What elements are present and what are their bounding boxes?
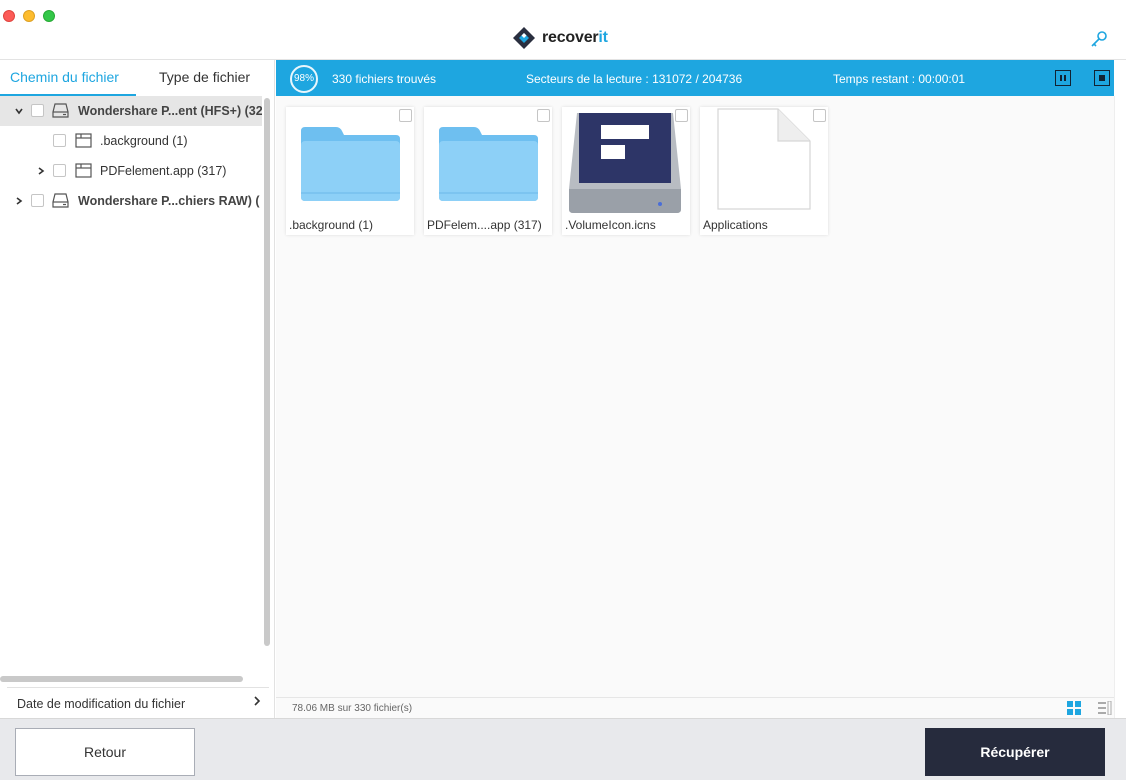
recoverit-logo-icon	[513, 27, 535, 49]
tab-file-type[interactable]: Type de fichier	[159, 69, 250, 85]
scan-progress-indicator: 98%	[290, 65, 318, 93]
stop-button[interactable]	[1094, 70, 1110, 86]
content-footer: 78.06 MB sur 330 fichier(s)	[276, 697, 1114, 718]
tab-file-path[interactable]: Chemin du fichier	[10, 69, 119, 85]
sidebar-tabs: Chemin du fichier Type de fichier	[0, 60, 275, 96]
bottom-action-bar: Retour Récupérer	[0, 718, 1126, 780]
grid-view-icon[interactable]	[1067, 701, 1081, 715]
tree-item-pdfelement[interactable]: PDFelement.app (317)	[0, 156, 262, 186]
file-name: Applications	[703, 218, 768, 232]
logo-wordmark: recoverit	[542, 29, 608, 46]
file-tile[interactable]: .background (1)	[286, 107, 414, 235]
folder-outline-icon	[75, 163, 92, 178]
file-tile[interactable]: PDFelem....app (317)	[424, 107, 552, 235]
drive-icon	[52, 103, 69, 118]
document-icon	[717, 108, 811, 210]
file-name: .background (1)	[289, 218, 374, 232]
tree-checkbox[interactable]	[31, 104, 44, 117]
tree-checkbox[interactable]	[53, 134, 66, 147]
file-name: .VolumeIcon.icns	[565, 218, 656, 232]
stop-icon	[1099, 75, 1105, 81]
folder-icon	[439, 127, 538, 201]
drive-image-icon	[569, 113, 681, 213]
pause-button[interactable]	[1055, 70, 1071, 86]
window-minimize-button[interactable]	[23, 10, 35, 22]
tree-item-drive-hfs[interactable]: Wondershare P...ent (HFS+) (32	[0, 96, 262, 126]
file-grid: .background (1) PDFelem....app (317) .Vo…	[276, 96, 1114, 697]
tree-item-background[interactable]: .background (1)	[0, 126, 262, 156]
file-tile[interactable]: .VolumeIcon.icns	[562, 107, 690, 235]
tree-checkbox[interactable]	[53, 164, 66, 177]
tree-item-label: .background (1)	[100, 134, 188, 148]
chevron-down-icon[interactable]	[14, 106, 24, 116]
sidebar-horizontal-scrollbar[interactable]	[0, 676, 243, 682]
tree-item-label: PDFelement.app (317)	[100, 164, 227, 178]
scan-status-bar: 98% 330 fichiers trouvés Secteurs de la …	[276, 60, 1114, 96]
pause-icon	[1060, 75, 1066, 81]
date-filter-label: Date de modification du fichier	[17, 697, 186, 711]
tree-item-drive-raw[interactable]: Wondershare P...chiers RAW) (	[0, 186, 262, 216]
chevron-right-icon	[254, 696, 261, 706]
chevron-right-icon[interactable]	[36, 166, 46, 176]
folder-icon	[301, 127, 400, 201]
title-bar: recoverit	[0, 0, 1126, 60]
files-found-text: 330 fichiers trouvés	[332, 72, 437, 86]
file-tree: Wondershare P...ent (HFS+) (32 .backgrou…	[0, 96, 262, 216]
back-button[interactable]: Retour	[15, 728, 195, 776]
app-logo: recoverit	[512, 26, 608, 50]
sectors-read-text: Secteurs de la lecture : 131072 / 204736	[526, 72, 743, 86]
window-maximize-button[interactable]	[43, 10, 55, 22]
drive-icon	[52, 193, 69, 208]
window-close-button[interactable]	[3, 10, 15, 22]
sidebar-vertical-scrollbar[interactable]	[264, 98, 270, 646]
date-filter-row[interactable]: Date de modification du fichier	[7, 687, 269, 717]
key-icon[interactable]	[1090, 30, 1108, 48]
time-remaining-text: Temps restant : 00:00:01	[833, 72, 966, 86]
chevron-right-icon[interactable]	[14, 196, 24, 206]
list-view-icon[interactable]	[1098, 701, 1112, 715]
file-name: PDFelem....app (317)	[427, 218, 542, 232]
tree-item-label: Wondershare P...chiers RAW) (	[78, 194, 260, 208]
folder-outline-icon	[75, 133, 92, 148]
tree-checkbox[interactable]	[31, 194, 44, 207]
tree-item-label: Wondershare P...ent (HFS+) (32	[78, 104, 262, 118]
recover-button[interactable]: Récupérer	[925, 728, 1105, 776]
sidebar: Chemin du fichier Type de fichier Wonder…	[0, 60, 275, 718]
selection-size-info: 78.06 MB sur 330 fichier(s)	[292, 703, 413, 714]
file-tile[interactable]: Applications	[700, 107, 828, 235]
file-checkbox[interactable]	[813, 109, 826, 122]
content-scroll-gutter	[1114, 96, 1126, 718]
